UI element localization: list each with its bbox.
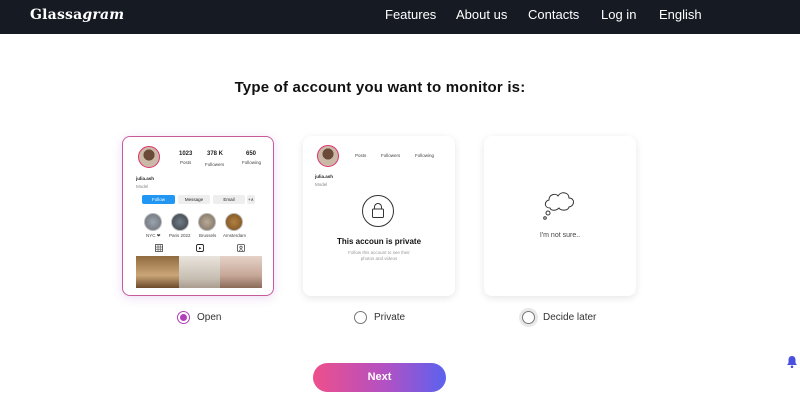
post-photo: [179, 256, 220, 288]
message-button: Message: [178, 195, 210, 204]
radio-open[interactable]: [177, 311, 190, 324]
following-label: Following: [242, 160, 262, 165]
profile-avatar: [138, 146, 160, 168]
nav-language-english[interactable]: English: [659, 7, 702, 22]
story-highlight: [144, 213, 162, 231]
posts-label: Posts: [355, 153, 367, 158]
radio-decide-later[interactable]: [522, 311, 535, 324]
nav-contacts[interactable]: Contacts: [528, 7, 579, 22]
thought-cloud-icon: [543, 192, 574, 220]
radio-private[interactable]: [354, 311, 367, 324]
posts-label: Posts: [180, 160, 192, 165]
followers-count: 378 K: [207, 151, 224, 157]
profile-avatar: [317, 145, 339, 167]
following-count: 650: [246, 151, 257, 157]
followers-label: Followers: [205, 162, 225, 167]
story-highlight: [225, 213, 243, 231]
private-title: This accoun is private: [336, 237, 422, 246]
glassagram-logo[interactable]: Glassagram: [30, 7, 124, 23]
radio-open-label[interactable]: Open: [197, 312, 221, 323]
profile-username: julia.ash: [136, 176, 155, 181]
reels-icon: [196, 244, 204, 252]
top-navigation-bar: Glassagram Features About us Contacts Lo…: [0, 0, 800, 34]
email-button: Email: [213, 195, 245, 204]
tagged-icon: [237, 244, 245, 252]
logo-text: Glassa: [30, 7, 83, 23]
story-label: Paris 2022: [169, 233, 191, 238]
notification-bell-icon[interactable]: [786, 355, 798, 369]
story-highlight: [198, 213, 216, 231]
profile-bio: Model: [136, 184, 149, 189]
radio-private-label[interactable]: Private: [374, 312, 405, 323]
post-photo: [220, 256, 262, 288]
post-photo: [136, 256, 179, 288]
nav-about-us[interactable]: About us: [456, 7, 507, 22]
decide-later-card[interactable]: I'm not sure..: [484, 136, 636, 296]
nav-features[interactable]: Features: [385, 7, 436, 22]
followers-label: Followers: [381, 153, 401, 158]
private-subtitle: Follow this account to see their photos …: [348, 250, 410, 261]
next-button[interactable]: Next: [313, 363, 446, 392]
unsure-text: I'm not sure..: [539, 232, 581, 239]
grid-icon: [155, 244, 163, 252]
suggest-button: +∧: [247, 195, 255, 204]
story-highlight: [171, 213, 189, 231]
follow-button: Follow: [142, 195, 175, 204]
profile-bio: Model: [315, 182, 328, 187]
following-label: Following: [415, 153, 435, 158]
radio-decide-later-label[interactable]: Decide later: [543, 312, 596, 323]
lock-icon: [362, 195, 394, 227]
story-label: Amsterdam: [223, 233, 247, 238]
open-account-card[interactable]: 1023 Posts 378 K Followers 650 Following…: [122, 136, 274, 296]
page-title: Type of account you want to monitor is:: [234, 79, 526, 96]
nav-log-in[interactable]: Log in: [601, 7, 636, 22]
posts-count: 1023: [179, 151, 193, 157]
story-label: Brussels: [199, 233, 217, 238]
profile-username: julia.ash: [315, 174, 334, 179]
private-account-card[interactable]: Posts Followers Following julia.ash Mode…: [303, 136, 455, 296]
logo-text-italic: gram: [82, 7, 125, 23]
story-label: NYC ❤: [146, 233, 161, 238]
